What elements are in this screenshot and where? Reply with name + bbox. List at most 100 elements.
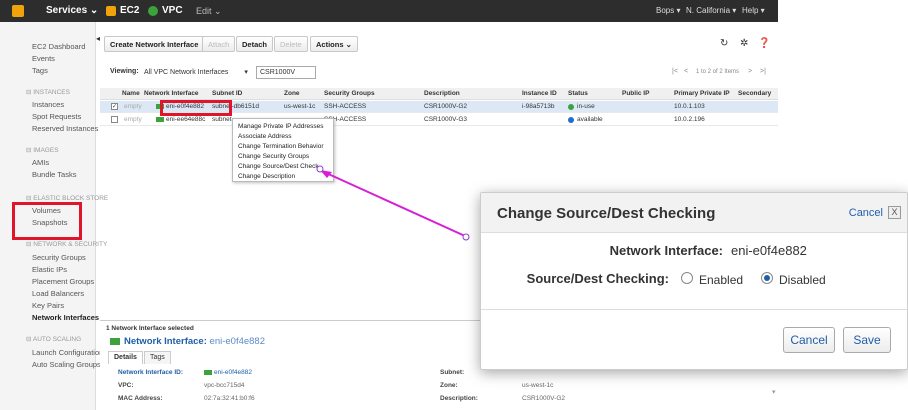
col-name[interactable]: Name (122, 90, 140, 97)
view-select[interactable]: All VPC Network Interfaces ▾ (140, 66, 252, 79)
flag-icon (204, 370, 212, 375)
col-network-interface[interactable]: Network Interface (144, 90, 199, 97)
next-page-icon[interactable]: > (748, 68, 752, 75)
col-zone[interactable]: Zone (284, 90, 300, 97)
col-public-ip[interactable]: Public IP (622, 90, 649, 97)
col-security-groups[interactable]: Security Groups (324, 90, 375, 97)
sidebar-item-instances[interactable]: Instances (32, 100, 64, 109)
sidebar-item-key-pairs[interactable]: Key Pairs (32, 301, 64, 310)
help-icon[interactable]: ❓ (758, 38, 770, 49)
status-dot-icon (568, 104, 574, 110)
dialog-title: Change Source/Dest Checking (497, 205, 716, 222)
attach-button[interactable]: Attach (202, 36, 236, 52)
cell-description: CSR1000V-G3 (424, 116, 467, 123)
help-menu[interactable]: Help ▾ (742, 6, 765, 15)
enabled-radio-label[interactable]: Enabled (699, 273, 743, 287)
disabled-radio-label[interactable]: Disabled (779, 273, 826, 287)
prev-page-icon[interactable]: < (684, 68, 688, 75)
sidebar-item-tags[interactable]: Tags (32, 66, 48, 75)
ni-id-value[interactable]: eni-e0f4e882 (214, 369, 252, 376)
ni-field-value: eni-e0f4e882 (731, 243, 807, 258)
menu-item-manage-private-ip[interactable]: Manage Private IP Addresses (238, 123, 324, 130)
col-primary-private-ip[interactable]: Primary Private IP (674, 90, 730, 97)
dialog-cancel-link[interactable]: Cancel (849, 207, 883, 219)
col-status[interactable]: Status (568, 90, 588, 97)
toolbar: Create Network Interface Attach Detach D… (100, 36, 778, 54)
ni-field-label: Network Interface: (609, 243, 723, 258)
menu-item-change-source-dest-check[interactable]: Change Source/Dest Check (238, 163, 319, 170)
col-instance-id[interactable]: Instance ID (522, 90, 557, 97)
sidebar-item-spot-requests[interactable]: Spot Requests (32, 112, 81, 121)
col-subnet-id[interactable]: Subnet ID (212, 90, 242, 97)
sidebar-item-reserved-instances[interactable]: Reserved Instances (32, 124, 98, 133)
disabled-radio[interactable] (761, 272, 773, 284)
sidebar-section-network-security[interactable]: ⊟ NETWORK & SECURITY (26, 240, 107, 248)
col-description[interactable]: Description (424, 90, 460, 97)
row-checkbox[interactable] (111, 116, 118, 123)
tab-tags[interactable]: Tags (144, 351, 171, 364)
cell-subnet-id: subnet- (212, 116, 234, 123)
edit-menu[interactable]: Edit ⌄ (196, 6, 222, 17)
sidebar-item-events[interactable]: Events (32, 54, 55, 63)
first-page-icon[interactable]: |< (672, 68, 678, 75)
aws-logo-icon[interactable] (12, 5, 24, 17)
sidebar-item-amis[interactable]: AMIs (32, 158, 49, 167)
last-page-icon[interactable]: >| (760, 68, 766, 75)
selection-count: 1 Network Interface selected (106, 325, 194, 332)
change-source-dest-dialog: Change Source/Dest Checking Cancel X Net… (480, 192, 908, 370)
sidebar-item-dashboard[interactable]: EC2 Dashboard (32, 42, 85, 51)
region-menu[interactable]: N. California ▾ (686, 6, 736, 15)
save-button[interactable]: Save (843, 327, 891, 353)
sidebar-section-images[interactable]: ⊟ IMAGES (26, 146, 59, 154)
refresh-icon[interactable]: ↻ (720, 38, 728, 49)
row-checkbox[interactable]: ✓ (111, 103, 118, 110)
zone-value: us-west-1c (522, 382, 554, 389)
actions-button[interactable]: Actions ⌄ (310, 36, 358, 52)
menu-item-change-description[interactable]: Change Description (238, 173, 295, 180)
menu-item-change-termination-behavior[interactable]: Change Termination Behavior (238, 143, 324, 150)
sidebar-section-auto-scaling[interactable]: ⊟ AUTO SCALING (26, 335, 81, 343)
col-secondary[interactable]: Secondary (738, 90, 771, 97)
delete-button[interactable]: Delete (274, 36, 308, 52)
sidebar-item-load-balancers[interactable]: Load Balancers (32, 289, 84, 298)
create-network-interface-button[interactable]: Create Network Interface (104, 36, 205, 52)
highlight-box-sidebar (12, 202, 82, 240)
vpc-value: vpc-bcc715d4 (204, 382, 245, 389)
scroll-down-icon[interactable]: ▾ (772, 388, 776, 396)
close-icon[interactable]: X (888, 206, 901, 219)
detach-button[interactable]: Detach (236, 36, 274, 52)
details-title: Network Interface: eni-e0f4e882 (124, 336, 265, 347)
context-menu: Manage Private IP Addresses Associate Ad… (232, 118, 334, 182)
cancel-button[interactable]: Cancel (783, 327, 835, 353)
menu-item-associate-address[interactable]: Associate Address (238, 133, 291, 140)
services-menu[interactable]: Services ⌄ (46, 5, 98, 16)
mac-value: 02:7a:32:41:b0:f6 (204, 395, 255, 402)
sidebar-section-ebs[interactable]: ⊟ ELASTIC BLOCK STORE (26, 194, 108, 202)
cell-network-interface[interactable]: eni-ee64e88c (166, 116, 205, 123)
pager-text: 1 to 2 of 2 Items (696, 69, 740, 75)
viewing-label: Viewing: (110, 68, 139, 75)
vpc-shortcut[interactable]: VPC (162, 5, 183, 16)
gear-icon[interactable]: ✲ (740, 38, 748, 49)
vpc-label: VPC: (118, 382, 134, 389)
enabled-radio[interactable] (681, 272, 693, 284)
sidebar-item-launch-configurations[interactable]: Launch Configurations (32, 348, 107, 357)
details-title-value: eni-e0f4e882 (209, 336, 265, 347)
ec2-shortcut[interactable]: EC2 (120, 5, 139, 16)
user-menu[interactable]: Bops ▾ (656, 6, 680, 15)
tab-details[interactable]: Details (108, 351, 143, 364)
sidebar-item-placement-groups[interactable]: Placement Groups (32, 277, 94, 286)
sidebar-item-auto-scaling-groups[interactable]: Auto Scaling Groups (32, 360, 101, 369)
description-label: Description: (440, 395, 478, 402)
sidebar-item-elastic-ips[interactable]: Elastic IPs (32, 265, 67, 274)
dialog-divider (481, 309, 907, 310)
mac-label: MAC Address: (118, 395, 163, 402)
dialog-header: Change Source/Dest Checking Cancel X (481, 193, 907, 233)
sidebar-item-bundle-tasks[interactable]: Bundle Tasks (32, 170, 76, 179)
menu-item-change-security-groups[interactable]: Change Security Groups (238, 153, 309, 160)
sidebar-item-security-groups[interactable]: Security Groups (32, 253, 86, 262)
sidebar-section-instances[interactable]: ⊟ INSTANCES (26, 88, 70, 96)
search-input[interactable]: CSR1000V (256, 66, 316, 79)
sidebar-item-network-interfaces[interactable]: Network Interfaces (32, 313, 99, 322)
cell-status: available (577, 116, 603, 123)
